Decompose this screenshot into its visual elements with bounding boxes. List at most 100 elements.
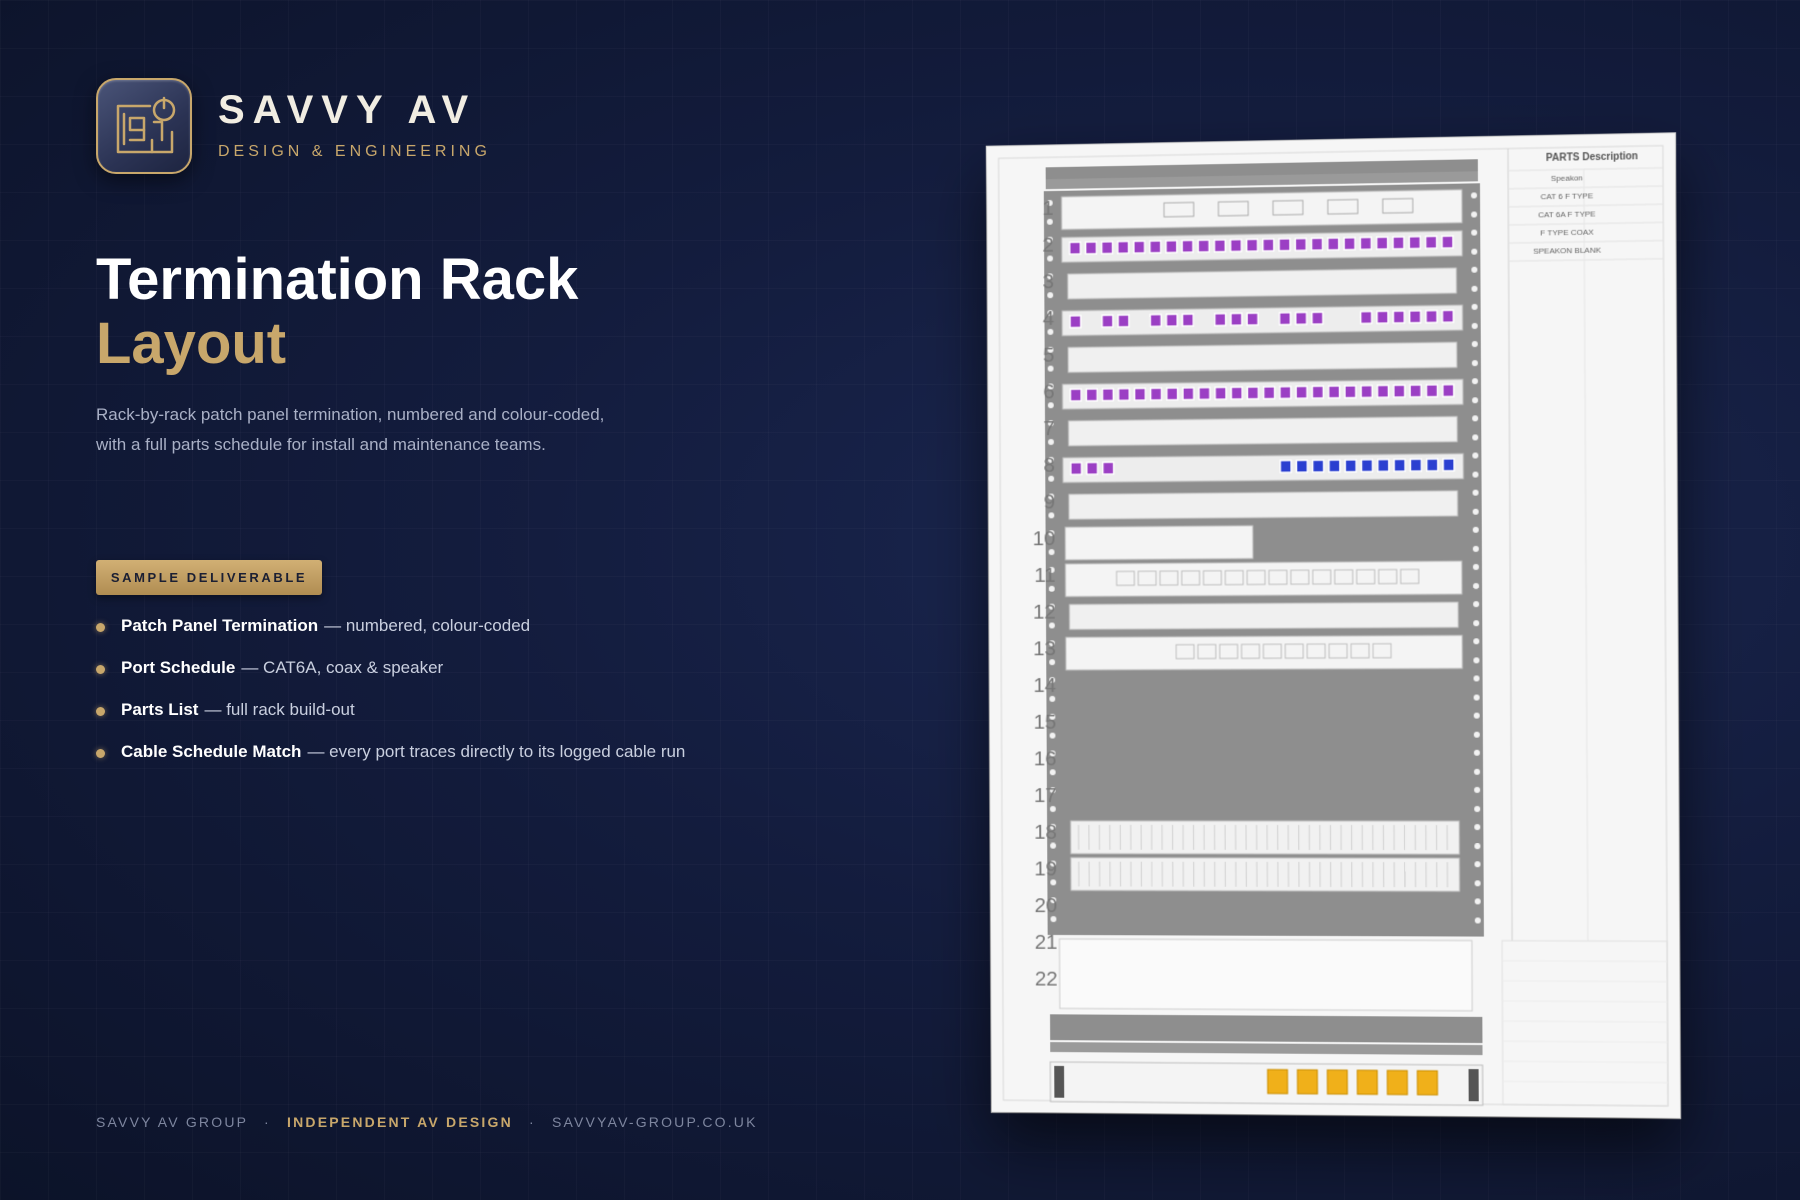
rack-ear-hole	[1474, 843, 1481, 850]
rack-ear-hole	[1473, 583, 1480, 590]
rack-unit-number: 18	[1033, 820, 1057, 844]
patch-port	[1394, 385, 1405, 397]
sample-deliverable-badge: SAMPLE DELIVERABLE	[96, 560, 322, 595]
patch-port	[1361, 460, 1372, 472]
patch-port	[1427, 459, 1438, 471]
rack-unit-number: 10	[1032, 527, 1056, 551]
rack-ear-hole	[1473, 657, 1480, 664]
rack-unit-number: 14	[1033, 674, 1057, 697]
patch-port	[1296, 312, 1307, 324]
rack-unit-number: 17	[1033, 784, 1057, 808]
patch-port	[1102, 315, 1113, 327]
patch-port	[1150, 314, 1161, 326]
rack-ear-hole	[1473, 620, 1480, 627]
patch-port	[1378, 459, 1389, 471]
parts-row: SPEAKON BLANK	[1533, 245, 1602, 256]
parts-table-column-rule	[1584, 169, 1588, 941]
blank-panel	[1069, 491, 1458, 519]
feature-name: Patch Panel Termination	[121, 616, 319, 635]
footer-company: SAVVY AV GROUP	[96, 1114, 248, 1130]
rack-ear-hole	[1472, 508, 1479, 515]
patch-port	[1230, 239, 1241, 251]
bullet-dot-icon	[96, 623, 105, 632]
rack-base-area	[1059, 939, 1472, 1011]
parts-table-rule	[1508, 222, 1663, 225]
power-outlet	[1357, 1070, 1377, 1094]
switch-unit	[1065, 526, 1253, 560]
patch-port	[1327, 385, 1340, 399]
patch-port	[1345, 386, 1356, 398]
blank-panel	[1069, 417, 1458, 446]
page-title-line2: Layout	[96, 311, 287, 376]
patch-port	[1231, 313, 1242, 325]
title-block-rule	[1502, 1001, 1667, 1002]
patch-port	[1198, 240, 1209, 252]
rack-drawing: PARTS Description Speakon CAT 6 F TYPE C…	[986, 133, 1681, 1119]
patch-port	[1199, 387, 1210, 399]
parts-table-divider	[1508, 149, 1512, 941]
patch-port	[1394, 459, 1405, 471]
patch-port	[1442, 236, 1453, 248]
footer: SAVVY AV GROUP · INDEPENDENT AV DESIGN ·…	[96, 1114, 758, 1130]
patch-port	[1360, 237, 1371, 249]
rack-unit-number: 22	[1034, 967, 1058, 991]
rack-unit-number: 2	[1042, 233, 1054, 257]
switch-unit	[1065, 561, 1462, 597]
brand-tagline: DESIGN & ENGINEERING	[218, 143, 491, 160]
patch-port	[1296, 460, 1307, 472]
footer-website: SAVVYAV-GROUP.CO.UK	[551, 1114, 758, 1130]
patch-port	[1312, 385, 1325, 400]
patch-port	[1231, 387, 1242, 399]
rack-ear-hole	[1472, 545, 1479, 552]
feature-item: Patch Panel Termination — numbered, colo…	[96, 616, 685, 658]
rack-elevation-diagram	[987, 133, 1680, 1118]
patch-port	[1443, 459, 1454, 471]
rack-unit-number: 9	[1043, 490, 1056, 514]
patch-port	[1342, 236, 1355, 251]
rack-plinth	[1050, 1014, 1483, 1044]
patch-port	[1150, 241, 1161, 253]
blank-panel	[1068, 342, 1457, 372]
punchdown-panel	[1071, 821, 1460, 854]
footer-highlight: INDEPENDENT AV DESIGN	[287, 1114, 513, 1130]
rack-ear-hole	[1474, 917, 1481, 924]
patch-port	[1377, 385, 1388, 397]
patch-port	[1311, 237, 1324, 252]
rack-unit-number: 5	[1042, 343, 1055, 367]
rack-unit-number: 13	[1033, 637, 1057, 661]
title-block-rule	[1502, 1021, 1667, 1022]
patch-port	[1410, 311, 1421, 323]
patch-port	[1118, 315, 1129, 327]
patch-port	[1134, 241, 1145, 253]
drawing-sheet: PARTS Description Speakon CAT 6 F TYPE C…	[986, 133, 1681, 1119]
patch-port	[1312, 459, 1325, 474]
feature-item: Parts List — full rack build-out	[96, 700, 685, 742]
patch-port	[1247, 387, 1258, 399]
patch-port	[1296, 386, 1307, 398]
rack-ear-hole	[1472, 563, 1479, 571]
patch-port	[1166, 241, 1177, 253]
patch-port	[1393, 311, 1404, 323]
bullet-dot-icon	[96, 665, 105, 674]
parts-row: CAT 6A F TYPE	[1538, 209, 1596, 220]
patch-port	[1426, 385, 1437, 397]
patch-port	[1167, 388, 1178, 400]
patch-port	[1377, 311, 1388, 323]
bullet-dot-icon	[96, 749, 105, 758]
patch-port	[1295, 238, 1306, 250]
patch-port	[1182, 314, 1193, 326]
rack-ear-hole	[1473, 638, 1480, 645]
patch-port	[1361, 311, 1372, 323]
feature-name: Parts List	[121, 700, 199, 719]
bullet-dot-icon	[96, 707, 105, 716]
patch-port	[1409, 236, 1420, 248]
patch-port	[1345, 460, 1356, 472]
patch-port	[1264, 387, 1275, 399]
patch-port	[1280, 460, 1291, 472]
patch-port	[1086, 242, 1097, 254]
patch-port	[1410, 385, 1421, 397]
brand-name: SAVVY AV	[218, 88, 477, 132]
rack-unit-number: 8	[1043, 453, 1056, 477]
patch-port	[1102, 389, 1113, 401]
patch-port	[1410, 459, 1421, 471]
